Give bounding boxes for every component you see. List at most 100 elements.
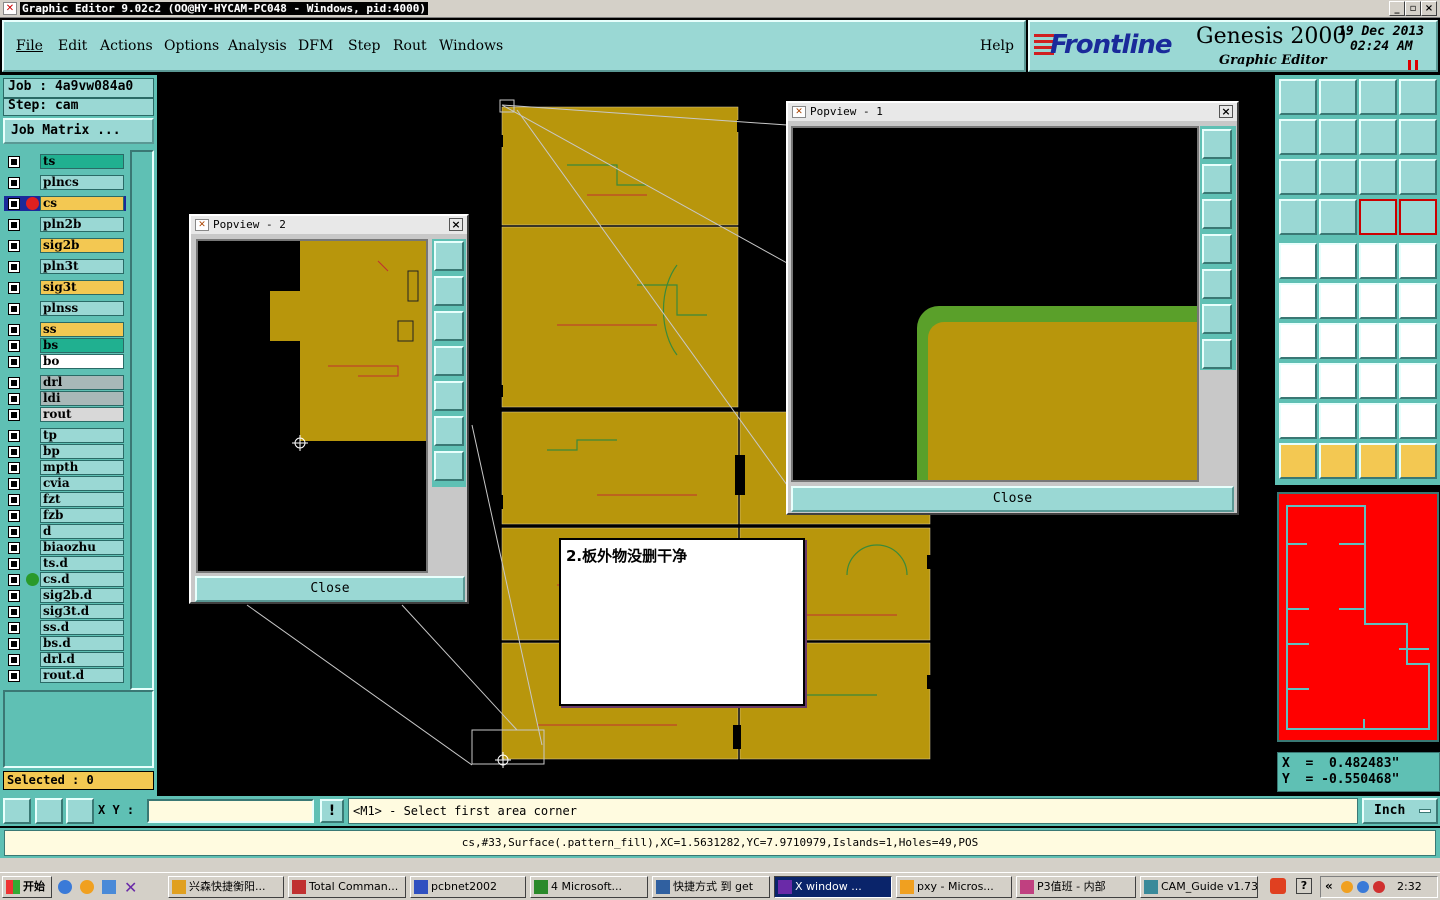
popview-zoom-fit-button[interactable] xyxy=(1202,129,1232,159)
layer-checkbox[interactable] xyxy=(8,510,20,522)
menu-actions[interactable]: Actions xyxy=(100,38,153,54)
layer-checkbox[interactable] xyxy=(8,526,20,538)
taskbar-task[interactable]: Total Comman... xyxy=(288,876,406,898)
taskbar-task[interactable]: 快捷方式 到 get xyxy=(652,876,770,898)
layer-row[interactable]: ldi xyxy=(4,391,126,406)
pad-red-tool-icon[interactable] xyxy=(1279,363,1317,399)
layer-checkbox[interactable] xyxy=(8,177,20,189)
layer-checkbox[interactable] xyxy=(8,356,20,368)
popview-1-close-x[interactable]: × xyxy=(1219,105,1233,118)
tray-icon[interactable] xyxy=(1357,881,1369,893)
layer-row[interactable]: bs xyxy=(4,338,126,353)
quicklaunch-icon[interactable] xyxy=(102,880,116,894)
layer-checkbox[interactable] xyxy=(8,606,20,618)
line-tool-icon[interactable] xyxy=(1319,323,1357,359)
layer-checkbox[interactable] xyxy=(8,282,20,294)
layer-checkbox[interactable] xyxy=(8,219,20,231)
maximize-button[interactable]: ▫ xyxy=(1405,1,1421,16)
layer-row[interactable]: mpth xyxy=(4,460,126,475)
layer-display-2-tool-icon[interactable] xyxy=(1399,199,1437,235)
select-box-tool-icon[interactable] xyxy=(1319,443,1357,479)
popview-zoom-in-button[interactable] xyxy=(434,416,464,446)
layer-row[interactable]: pln2b xyxy=(4,217,126,232)
layer-row[interactable]: cs.d xyxy=(4,572,126,587)
layer-row[interactable]: pln3t xyxy=(4,259,126,274)
layer-checkbox[interactable] xyxy=(8,478,20,490)
taskbar-task[interactable]: X window ... xyxy=(774,876,892,898)
layer-checkbox[interactable] xyxy=(8,590,20,602)
units-button[interactable]: Inch xyxy=(1362,798,1438,824)
layer-checkbox[interactable] xyxy=(8,324,20,336)
layer-row[interactable]: ts xyxy=(4,154,126,169)
open-layer-tool-icon[interactable] xyxy=(1279,119,1317,155)
layer-row[interactable]: rout xyxy=(4,407,126,422)
tray-expand-icon[interactable]: « xyxy=(1325,879,1333,893)
arc-a2-tool-icon[interactable] xyxy=(1359,403,1397,439)
popview-zoom-in-button[interactable] xyxy=(1202,304,1232,334)
zoom-fit-tool-icon[interactable] xyxy=(1279,159,1317,195)
menu-windows[interactable]: Windows xyxy=(439,38,503,54)
popview-2-close-x[interactable]: × xyxy=(449,218,463,231)
menu-file[interactable]: File xyxy=(16,38,43,54)
start-button[interactable]: 开始 xyxy=(2,876,52,898)
layer-row[interactable]: plnss xyxy=(4,301,126,316)
quicklaunch-icon[interactable] xyxy=(80,880,94,894)
menu-options[interactable]: Options xyxy=(164,38,219,54)
tray-icon[interactable] xyxy=(1270,878,1286,894)
popview-pan-up-button[interactable] xyxy=(1202,164,1232,194)
xwindow-icon[interactable]: ✕ xyxy=(124,878,137,897)
layer-checkbox[interactable] xyxy=(8,638,20,650)
layer-checkbox[interactable] xyxy=(8,670,20,682)
cut-tool-icon[interactable] xyxy=(1319,283,1357,319)
popview-zoom-fit-button[interactable] xyxy=(434,241,464,271)
popview-pan-right-button[interactable] xyxy=(1202,269,1232,299)
layer-row[interactable]: ts.d xyxy=(4,556,126,571)
taskbar-task[interactable]: pcbnet2002 xyxy=(410,876,526,898)
ie-icon[interactable] xyxy=(58,880,72,894)
layer-checkbox[interactable] xyxy=(8,240,20,252)
layer-row[interactable]: bp xyxy=(4,444,126,459)
tray-icon[interactable] xyxy=(1341,881,1353,893)
select-poly-tool-icon[interactable] xyxy=(1359,443,1397,479)
popview-1-close-button[interactable]: Close xyxy=(791,486,1234,512)
connect-tool-icon[interactable] xyxy=(1279,283,1317,319)
add-pad-tool-icon[interactable] xyxy=(1279,243,1317,279)
taskbar-task[interactable]: P3值班 - 内部 xyxy=(1016,876,1136,898)
overview-minimap[interactable] xyxy=(1277,492,1439,742)
layer-row[interactable]: biaozhu xyxy=(4,540,126,555)
measure-tool-icon[interactable] xyxy=(1279,199,1317,235)
popview-pan-left-button[interactable] xyxy=(434,346,464,376)
layer-row[interactable]: ss.d xyxy=(4,620,126,635)
snap-icon[interactable] xyxy=(3,798,31,824)
popview-1-canvas[interactable] xyxy=(791,126,1199,482)
add-line-tool-icon[interactable] xyxy=(1359,283,1397,319)
popview-pan-down-button[interactable] xyxy=(434,311,464,341)
ruler-tool-icon[interactable] xyxy=(1359,243,1397,279)
scale-1-2-tool-icon[interactable] xyxy=(1359,159,1397,195)
layer-list-scrollbar[interactable] xyxy=(130,150,154,690)
menu-rout[interactable]: Rout xyxy=(393,38,427,54)
popview-pan-down-button[interactable] xyxy=(1202,199,1232,229)
popview-zoom-out-button[interactable] xyxy=(434,451,464,481)
select-tool-icon[interactable] xyxy=(1279,443,1317,479)
layer-row[interactable]: tp xyxy=(4,428,126,443)
layer-row[interactable]: d xyxy=(4,524,126,539)
layer-checkbox[interactable] xyxy=(8,340,20,352)
layer-row[interactable]: bs.d xyxy=(4,636,126,651)
step-swap-tool-icon[interactable] xyxy=(1399,119,1437,155)
layer-display-tool-icon[interactable] xyxy=(1359,199,1397,235)
grid-icon[interactable] xyxy=(66,798,94,824)
tray-icon[interactable] xyxy=(1373,881,1385,893)
angle-tool-icon[interactable] xyxy=(1279,323,1317,359)
layer-checkbox[interactable] xyxy=(8,303,20,315)
menu-step[interactable]: Step xyxy=(348,38,380,54)
taskbar-task[interactable]: 兴森快捷衡阳... xyxy=(168,876,284,898)
rect-tool-icon[interactable] xyxy=(1359,363,1397,399)
xy-input[interactable] xyxy=(147,799,314,823)
taskbar-task[interactable]: 4 Microsoft... xyxy=(530,876,648,898)
alert-icon[interactable]: ! xyxy=(320,799,344,823)
layer-checkbox[interactable] xyxy=(8,462,20,474)
layer-checkbox[interactable] xyxy=(8,198,20,210)
layer-row[interactable]: sig2b xyxy=(4,238,126,253)
job-matrix-button[interactable]: Job Matrix ... xyxy=(3,118,154,144)
